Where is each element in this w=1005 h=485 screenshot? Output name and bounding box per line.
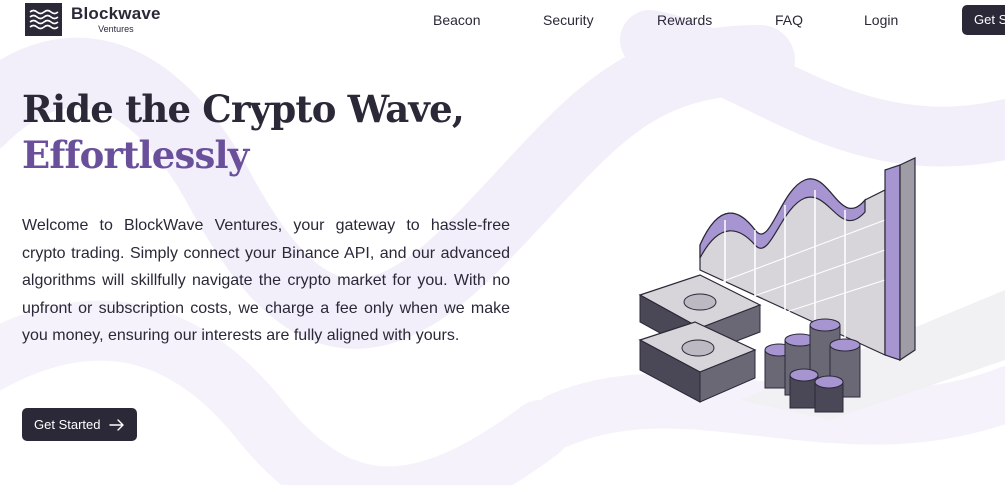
hero-title-line2: Effortlessly xyxy=(22,133,249,177)
hero-title-line1: Ride the Crypto Wave, xyxy=(22,87,465,131)
hero-title: Ride the Crypto Wave, Effortlessly xyxy=(22,86,465,178)
nav-link-faq[interactable]: FAQ xyxy=(775,11,803,29)
hero-description: Welcome to BlockWave Ventures, your gate… xyxy=(22,217,510,345)
nav-link-login[interactable]: Login xyxy=(864,11,898,29)
nav-link-security[interactable]: Security xyxy=(543,11,594,29)
site-header: Blockwave Ventures Beacon Security Rewar… xyxy=(0,0,1005,40)
get-started-label: Get Started xyxy=(34,417,101,432)
main-nav: Beacon Security Rewards FAQ Login Get S xyxy=(0,0,1005,40)
nav-link-beacon[interactable]: Beacon xyxy=(433,11,480,29)
cash-stacks xyxy=(638,274,762,403)
nav-link-rewards[interactable]: Rewards xyxy=(657,11,712,29)
arrow-right-icon xyxy=(109,418,125,431)
crypto-chart-illustration xyxy=(638,157,1005,420)
nav-get-started-button[interactable]: Get S xyxy=(962,5,1005,35)
get-started-button[interactable]: Get Started xyxy=(22,408,137,441)
